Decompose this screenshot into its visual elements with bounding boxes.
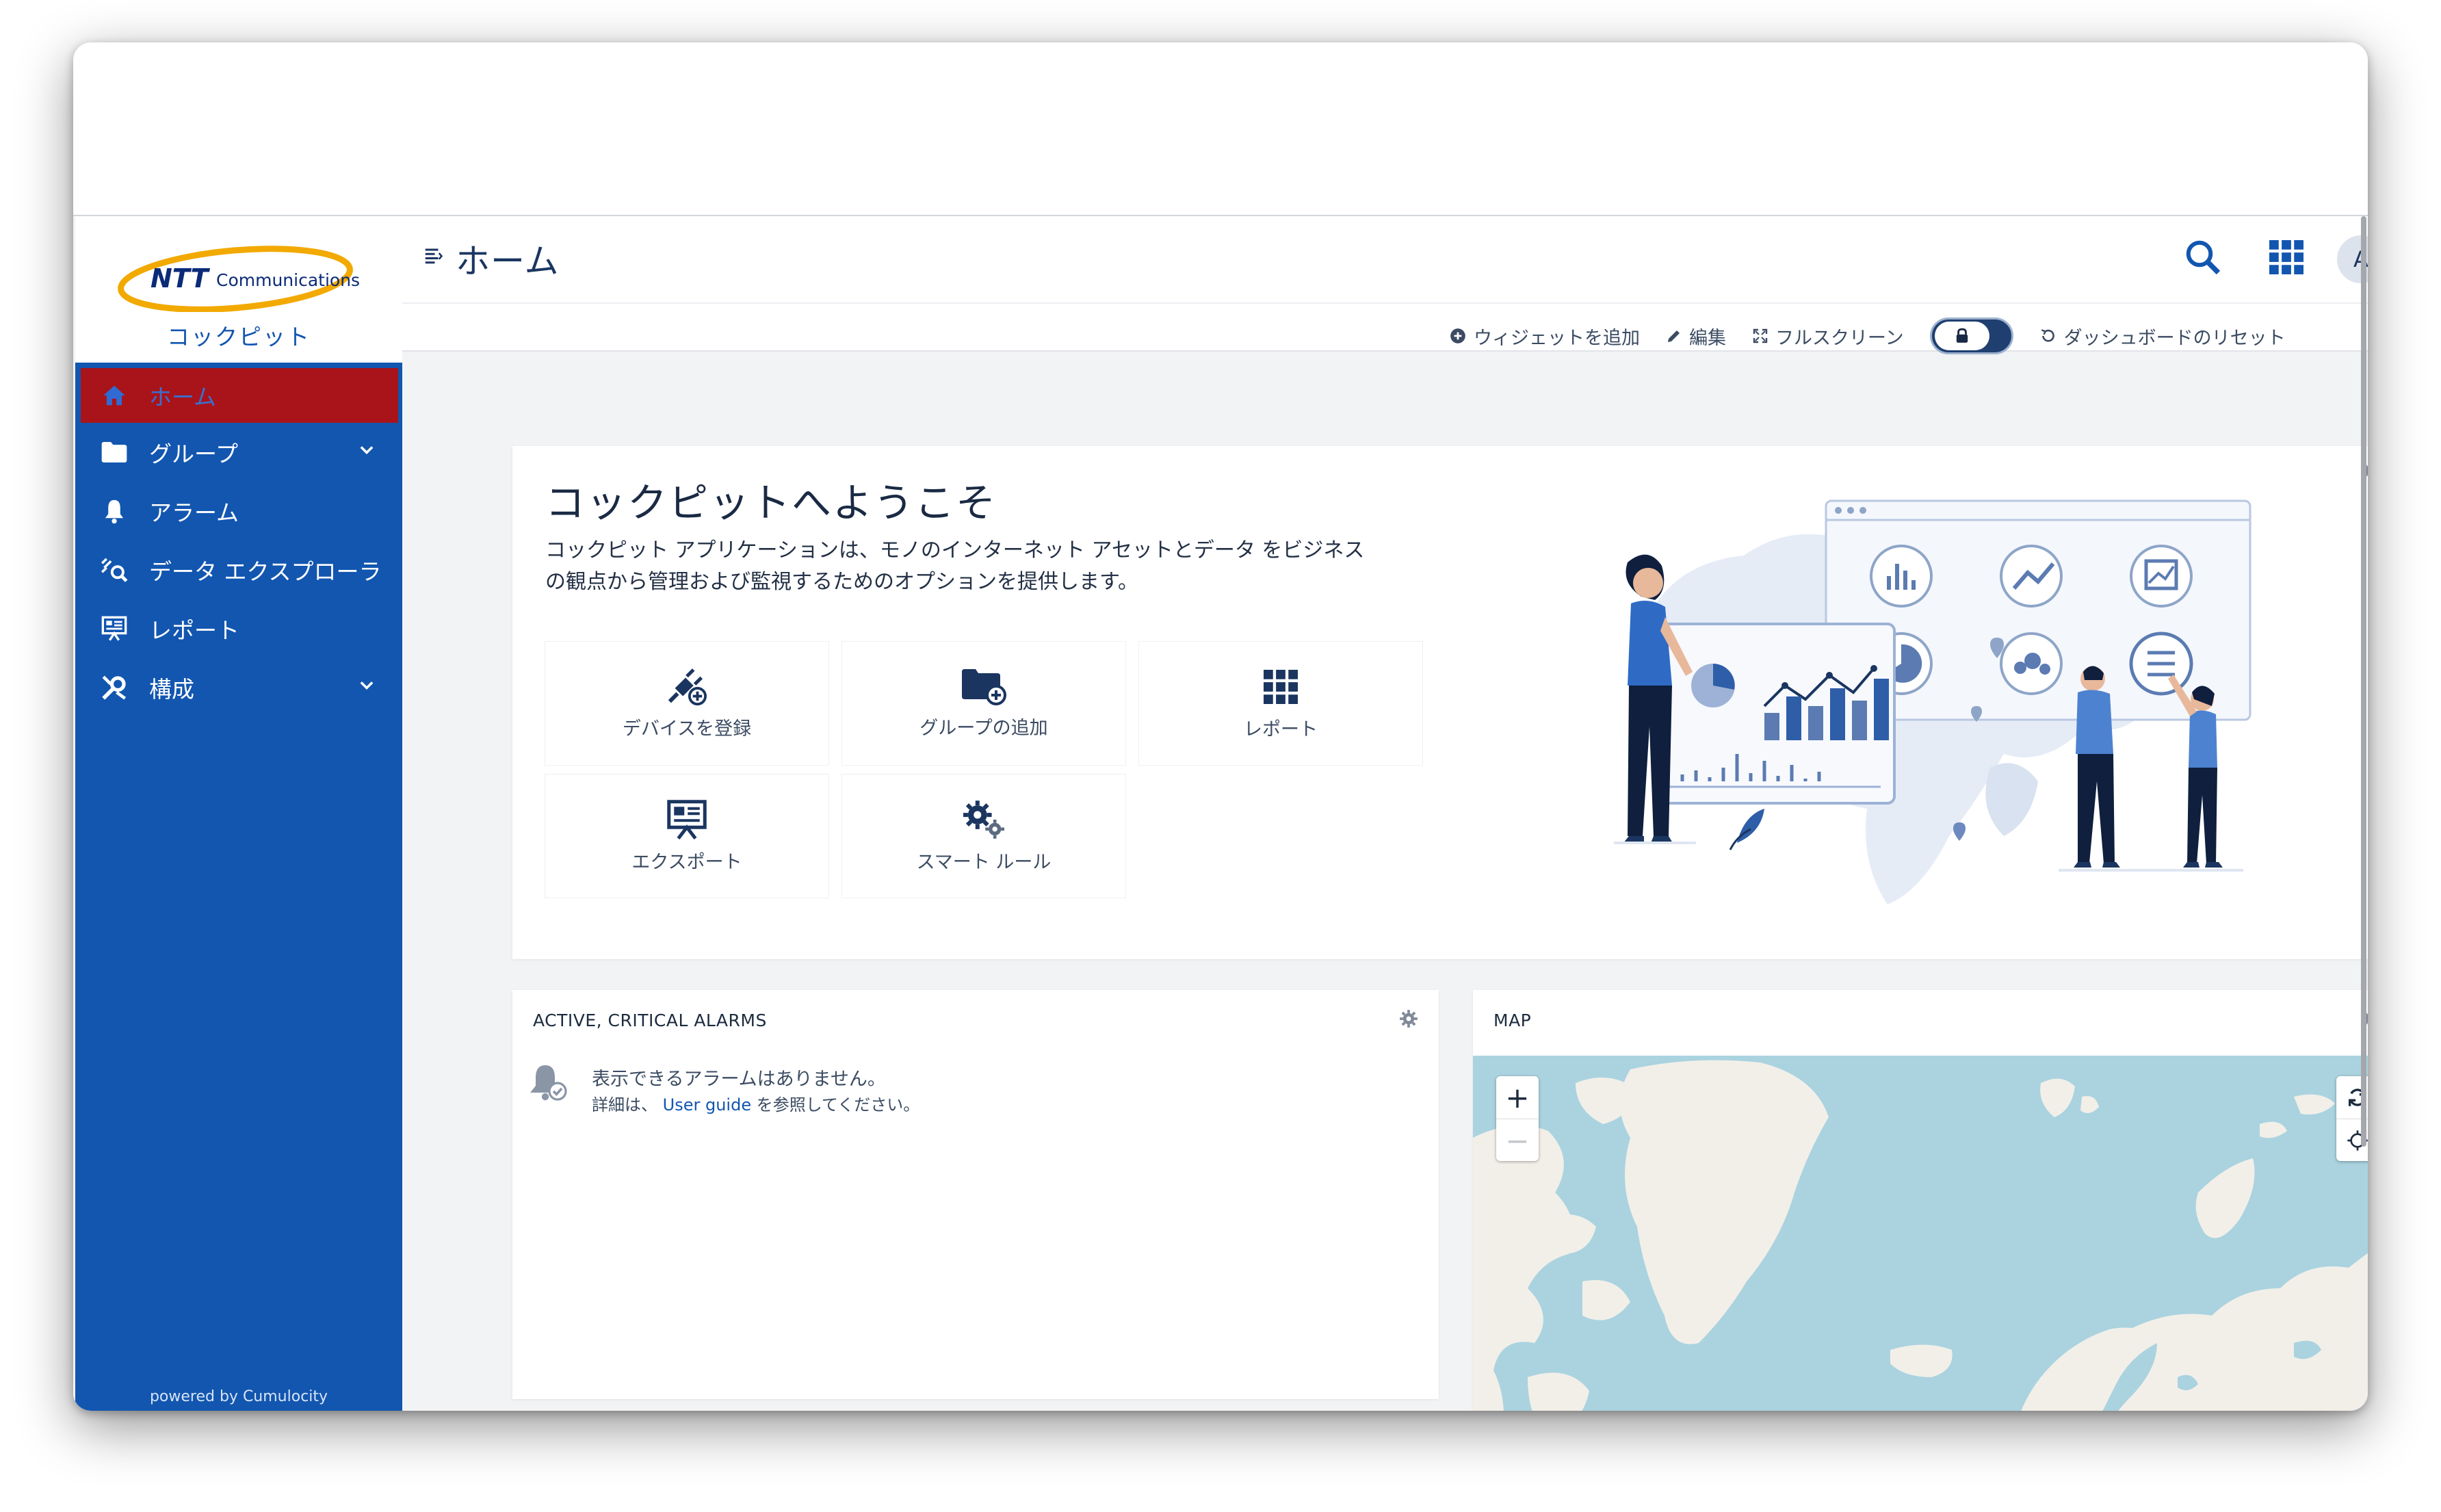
- map-canvas[interactable]: + −: [1473, 1056, 2368, 1411]
- folder-add-icon: [962, 668, 1006, 705]
- sidebar-item-label: 構成: [149, 676, 194, 703]
- tile-label: エクスポート: [631, 851, 742, 873]
- map-widget: MAP + −: [1473, 990, 2368, 1411]
- dashboard-actions: ウィジェットを追加 編集 フルスクリーン ダッシュボードのリセット: [1449, 317, 2312, 354]
- lock-toggle[interactable]: [1929, 317, 2013, 354]
- hint-prefix: 詳細は、: [592, 1095, 657, 1115]
- map-title: MAP: [1493, 1011, 1532, 1030]
- configuration-icon: [99, 672, 130, 703]
- hint-suffix: を参照してください。: [756, 1095, 920, 1115]
- page-title: ホーム: [456, 242, 560, 281]
- add-widget-button[interactable]: ウィジェットを追加: [1449, 323, 1640, 350]
- chevron-down-icon[interactable]: [357, 676, 376, 695]
- add-widget-label: ウィジェットを追加: [1474, 327, 1640, 349]
- folder-icon: [99, 436, 130, 468]
- sidebar-item-label: グループ: [149, 441, 239, 467]
- smart-rules-tile[interactable]: スマート ルール: [842, 774, 1125, 898]
- data-explorer-icon: [99, 554, 130, 586]
- map-land: [1473, 1060, 2368, 1411]
- welcome-desc-line: の観点から管理および監視するためのオプションを提供します。: [545, 570, 1138, 594]
- tile-label: レポート: [1244, 718, 1318, 740]
- header-divider: [402, 302, 2368, 304]
- sidebar: NTT Communications コックピット ホーム グループ アラーム …: [75, 216, 402, 1411]
- user-guide-link[interactable]: User guide: [663, 1095, 751, 1115]
- sidebar-item-label: データ エクスプローラ: [149, 558, 382, 585]
- bell-check-icon: [530, 1065, 567, 1101]
- tile-label: デバイスを登録: [622, 718, 752, 740]
- gear-icon[interactable]: [1399, 1009, 1418, 1028]
- lock-icon: [1956, 328, 1968, 343]
- page-scrollbar[interactable]: [2361, 216, 2366, 1147]
- zoom-in-button[interactable]: +: [1496, 1076, 1539, 1119]
- svg-text:NTT: NTT: [151, 263, 211, 294]
- app-name: コックピット: [167, 324, 311, 350]
- reset-icon: [2041, 329, 2054, 342]
- no-alarms-message: 表示できるアラームはありません。: [592, 1069, 886, 1090]
- reports-tile[interactable]: レポート: [1139, 642, 1422, 765]
- plug-add-icon: [668, 668, 707, 705]
- edit-button[interactable]: 編集: [1666, 323, 1726, 350]
- svg-text:Communications: Communications: [216, 270, 360, 290]
- sidebar-nav: ホーム グループ アラーム データ エクスプローラ レポート 構成: [75, 363, 402, 717]
- register-device-tile[interactable]: デバイスを登録: [545, 642, 828, 765]
- sidebar-item-groups[interactable]: グループ: [75, 423, 402, 482]
- alarms-hint: 詳細は、 User guide を参照してください。: [592, 1091, 919, 1115]
- fullscreen-button[interactable]: フルスクリーン: [1752, 323, 1904, 350]
- chevron-down-icon[interactable]: [357, 441, 376, 460]
- sidebar-item-home[interactable]: ホーム: [81, 368, 398, 423]
- smart-rule-icon: [963, 800, 1004, 839]
- sidebar-item-label: レポート: [149, 617, 239, 644]
- tile-label: グループの追加: [919, 717, 1048, 739]
- top-header: ホーム A ウィジェットを追加 編集: [402, 216, 2368, 354]
- fullscreen-label: フルスクリーン: [1775, 327, 1904, 349]
- sidebar-item-configuration[interactable]: 構成: [75, 658, 402, 717]
- menu-toggle-icon[interactable]: [423, 246, 443, 267]
- lock-toggle-knob: [1934, 322, 1989, 350]
- welcome-desc-line: コックピット アプリケーションは、モノのインターネット アセットとデータ をビジ…: [545, 538, 1365, 562]
- bell-icon: [99, 495, 130, 527]
- export-tile[interactable]: エクスポート: [545, 774, 828, 898]
- window-titlebar: [73, 42, 2368, 216]
- critical-alarms-widget: ACTIVE, CRITICAL ALARMS 表示できるアラームはありません。…: [512, 990, 1439, 1399]
- browser-window: NTT Communications コックピット ホーム グループ アラーム …: [73, 42, 2368, 1411]
- report-icon: [99, 613, 130, 644]
- welcome-title: コックピットへようこそ: [545, 480, 997, 526]
- fullscreen-icon: [1753, 328, 1768, 343]
- grid-icon: [1264, 669, 1298, 704]
- sidebar-item-label: アラーム: [149, 499, 239, 526]
- search-icon[interactable]: [2182, 237, 2223, 278]
- sidebar-item-label: ホーム: [149, 384, 217, 410]
- export-icon: [667, 799, 707, 839]
- app-switcher-icon[interactable]: [2266, 237, 2307, 278]
- brand-header: NTT Communications コックピット: [75, 216, 402, 363]
- home-icon: [99, 380, 130, 411]
- dashboard-illustration: [1614, 499, 2251, 904]
- welcome-widget: コックピットへようこそ コックピット アプリケーションは、モノのインターネット …: [512, 446, 2368, 959]
- tile-label: スマート ルール: [916, 851, 1052, 873]
- alarms-title: ACTIVE, CRITICAL ALARMS: [533, 1011, 767, 1030]
- app-root: NTT Communications コックピット ホーム グループ アラーム …: [73, 216, 2368, 1411]
- reset-dashboard-button[interactable]: ダッシュボードのリセット: [2039, 323, 2286, 350]
- zoom-out-button[interactable]: −: [1496, 1119, 1539, 1162]
- sidebar-item-alarms[interactable]: アラーム: [75, 482, 402, 540]
- welcome-description: コックピット アプリケーションは、モノのインターネット アセットとデータ をビジ…: [545, 535, 1435, 598]
- sidebar-item-data-explorer[interactable]: データ エクスプローラ: [75, 540, 402, 599]
- powered-by: powered by Cumulocity: [149, 1388, 328, 1405]
- reset-dashboard-label: ダッシュボードのリセット: [2063, 327, 2286, 349]
- zoom-control: + −: [1496, 1076, 1539, 1161]
- ntt-logo: NTT Communications: [118, 246, 360, 312]
- edit-label: 編集: [1689, 327, 1726, 349]
- add-group-tile[interactable]: グループの追加: [842, 642, 1125, 765]
- sidebar-item-reports[interactable]: レポート: [75, 599, 402, 658]
- plus-circle-icon: [1450, 328, 1465, 343]
- pencil-icon: [1668, 330, 1680, 342]
